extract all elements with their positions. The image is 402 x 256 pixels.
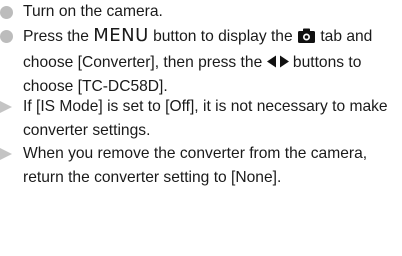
instruction-page: Turn on the camera. Press the MENU butto… [0,0,402,256]
note-marker-icon [0,100,12,113]
step-turn-on-camera: Turn on the camera. [0,0,400,24]
step-text-part: button to display the [148,28,297,45]
step-bullet-icon [0,29,13,43]
left-right-arrows-icon [266,52,289,76]
note-text: If [IS Mode] is set to [Off], it is not … [23,98,388,139]
step-text: Turn on the camera. [23,3,163,20]
step-text-part: Press the [23,28,94,45]
note-remove-converter: When you remove the converter from the c… [0,142,400,189]
step-bullet-icon [0,5,13,19]
menu-button-label: MENU [93,25,149,46]
step-choose-converter: Press the MENU button to display the tab… [0,24,400,99]
note-text: When you remove the converter from the c… [23,145,368,186]
note-marker-icon [0,147,12,160]
note-is-mode: If [IS Mode] is set to [Off], it is not … [0,95,400,142]
step-text: Press the MENU button to display the tab… [23,24,400,99]
camera-icon [298,27,315,51]
